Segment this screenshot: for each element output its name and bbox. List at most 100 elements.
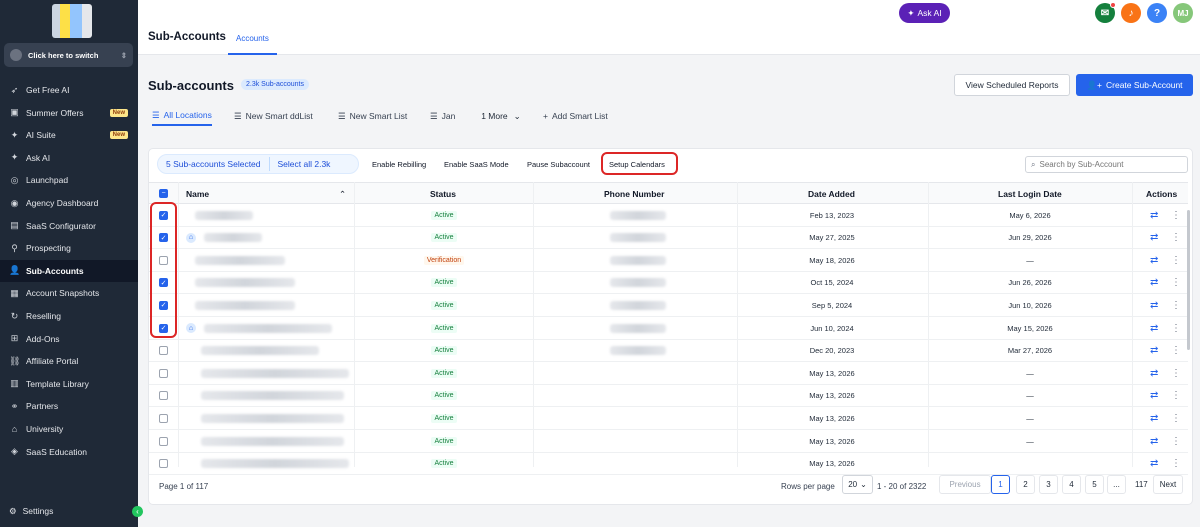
sidebar-item-saas-configurator[interactable]: ▤ SaaS Configurator bbox=[0, 215, 138, 237]
scrollbar[interactable] bbox=[1187, 210, 1190, 350]
pause-subaccount-button[interactable]: Pause Subaccount bbox=[527, 154, 590, 174]
user-icon: 👤 bbox=[9, 265, 21, 276]
selected-count[interactable]: 5 Sub-accounts Selected bbox=[158, 159, 269, 169]
avatar[interactable]: MJ bbox=[1173, 3, 1193, 23]
switch-account-icon[interactable]: ⇄ bbox=[1150, 227, 1158, 249]
more-lists-dropdown[interactable]: 1 More ⌄ bbox=[470, 106, 532, 126]
tab-smart-list-2[interactable]: ☰ New Smart List bbox=[338, 106, 407, 126]
sidebar-item-saas-education[interactable]: ◈ SaaS Education bbox=[0, 441, 138, 463]
count-badge: 2.3k Sub-accounts bbox=[241, 79, 309, 90]
table-row[interactable]: ✓ Active Oct 15, 2024 Jun 26, 2026 ⇄ ⋮ bbox=[149, 272, 1188, 295]
switch-account-icon[interactable]: ⇄ bbox=[1150, 453, 1158, 475]
next-button[interactable]: Next bbox=[1153, 475, 1183, 494]
table-header: − Name ⌃ Status Phone Number Date Added … bbox=[149, 182, 1188, 204]
tab-label: New Smart List bbox=[349, 111, 408, 121]
table-row[interactable]: ✓ ⌂ Active Jun 10, 2024 May 15, 2026 ⇄ ⋮ bbox=[149, 317, 1188, 340]
sidebar-item-add-ons[interactable]: ⊞ Add-Ons bbox=[0, 328, 138, 350]
switch-account-icon[interactable]: ⇄ bbox=[1150, 340, 1158, 362]
page-button[interactable]: 2 bbox=[1016, 475, 1035, 494]
rows-per-page-select[interactable]: 20 ⌄ bbox=[842, 475, 873, 494]
more-options-icon[interactable]: ⋮ bbox=[1171, 204, 1181, 226]
col-name[interactable]: Name bbox=[186, 189, 209, 199]
switch-account-icon[interactable]: ⇄ bbox=[1150, 385, 1158, 407]
bell-icon[interactable]: ♪ bbox=[1121, 3, 1141, 23]
switch-account-icon[interactable]: ⇄ bbox=[1150, 272, 1158, 294]
sidebar-item-reselling[interactable]: ↻ Reselling bbox=[0, 305, 138, 327]
switch-account-icon[interactable]: ⇄ bbox=[1150, 294, 1158, 316]
add-label: Add Smart List bbox=[551, 111, 608, 121]
sidebar-item-launchpad[interactable]: ◎ Launchpad bbox=[0, 169, 138, 191]
view-scheduled-reports-button[interactable]: View Scheduled Reports bbox=[954, 74, 1070, 96]
add-smart-list-button[interactable]: + Add Smart List bbox=[543, 106, 608, 126]
collapse-sidebar-icon[interactable]: ‹ bbox=[132, 506, 143, 517]
more-options-icon[interactable]: ⋮ bbox=[1171, 294, 1181, 316]
enable-rebilling-button[interactable]: Enable Rebilling bbox=[372, 154, 426, 174]
more-options-icon[interactable]: ⋮ bbox=[1171, 407, 1181, 429]
account-switcher[interactable]: Click here to switch ⇕ bbox=[4, 43, 133, 67]
tab-accounts[interactable]: Accounts bbox=[228, 26, 277, 55]
highlight-box bbox=[150, 202, 177, 338]
previous-button[interactable]: Previous bbox=[939, 475, 991, 494]
table-row[interactable]: Active May 13, 2026 — ⇄ ⋮ bbox=[149, 430, 1188, 453]
sidebar-item-prospecting[interactable]: ⚲ Prospecting bbox=[0, 237, 138, 259]
select-all-checkbox[interactable]: − bbox=[159, 189, 168, 198]
page-button[interactable]: 4 bbox=[1062, 475, 1081, 494]
sidebar-item-university[interactable]: ⌂ University bbox=[0, 418, 138, 440]
ask-ai-button[interactable]: ✦ Ask AI bbox=[899, 3, 950, 23]
table-row[interactable]: Active May 13, 2026 ⇄ ⋮ bbox=[149, 453, 1188, 476]
more-options-icon[interactable]: ⋮ bbox=[1171, 385, 1181, 407]
more-options-icon[interactable]: ⋮ bbox=[1171, 430, 1181, 452]
table-row[interactable]: Verification May 18, 2026 — ⇄ ⋮ bbox=[149, 249, 1188, 272]
more-options-icon[interactable]: ⋮ bbox=[1171, 249, 1181, 271]
search-user-icon: ⚲ bbox=[11, 242, 18, 253]
sidebar-item-ask-ai[interactable]: ✦ Ask AI bbox=[0, 147, 138, 169]
switch-account-icon[interactable]: ⇄ bbox=[1150, 430, 1158, 452]
table-row[interactable]: Active May 13, 2026 — ⇄ ⋮ bbox=[149, 362, 1188, 385]
table-row[interactable]: ✓ Active Feb 13, 2023 May 6, 2026 ⇄ ⋮ bbox=[149, 204, 1188, 227]
sidebar-item-settings[interactable]: ⚙ Settings bbox=[0, 500, 138, 522]
table-row[interactable]: Active May 13, 2026 — ⇄ ⋮ bbox=[149, 385, 1188, 408]
tab-smart-list-1[interactable]: ☰ New Smart ddList bbox=[234, 106, 313, 126]
sidebar-item-affiliate-portal[interactable]: ⛓ Affiliate Portal bbox=[0, 350, 138, 372]
table-row[interactable]: ✓ ⌂ Active May 27, 2025 Jun 29, 2026 ⇄ ⋮ bbox=[149, 227, 1188, 250]
more-options-icon[interactable]: ⋮ bbox=[1171, 362, 1181, 384]
switch-account-icon[interactable]: ⇄ bbox=[1150, 362, 1158, 384]
tab-all-locations[interactable]: ☰ All Locations bbox=[152, 106, 212, 126]
more-options-icon[interactable]: ⋮ bbox=[1171, 453, 1181, 475]
switch-account-icon[interactable]: ⇄ bbox=[1150, 407, 1158, 429]
switch-account-icon[interactable]: ⇄ bbox=[1150, 317, 1158, 339]
search-input[interactable] bbox=[1039, 160, 1180, 169]
tab-smart-list-3[interactable]: ☰ Jan bbox=[430, 106, 455, 126]
table-row[interactable]: ✓ Active Sep 5, 2024 Jun 10, 2026 ⇄ ⋮ bbox=[149, 294, 1188, 317]
sidebar-item-agency-dashboard[interactable]: ◉ Agency Dashboard bbox=[0, 192, 138, 214]
sidebar-item-sub-accounts[interactable]: 👤 Sub-Accounts bbox=[0, 259, 138, 282]
page-button[interactable]: 117 bbox=[1130, 475, 1153, 494]
select-all-button[interactable]: Select all 2.3k bbox=[270, 159, 339, 169]
search-box[interactable]: ⌕ bbox=[1025, 156, 1188, 173]
page-button[interactable]: ... bbox=[1107, 475, 1126, 494]
announcement-icon[interactable]: ✉ bbox=[1095, 2, 1116, 23]
sidebar-item-ai-suite[interactable]: ✦ AI Suite New bbox=[0, 124, 138, 146]
more-options-icon[interactable]: ⋮ bbox=[1171, 227, 1181, 249]
more-options-icon[interactable]: ⋮ bbox=[1171, 272, 1181, 294]
help-icon[interactable]: ? bbox=[1147, 3, 1167, 23]
switch-account-icon[interactable]: ⇄ bbox=[1150, 204, 1158, 226]
enable-saas-mode-button[interactable]: Enable SaaS Mode bbox=[444, 154, 509, 174]
sidebar-item-get-free-ai[interactable]: ➶ Get Free AI bbox=[0, 79, 138, 101]
page-button[interactable]: 3 bbox=[1039, 475, 1058, 494]
page-button[interactable]: 5 bbox=[1085, 475, 1104, 494]
create-sub-account-button[interactable]: 👤+ Create Sub-Account bbox=[1076, 74, 1193, 96]
date-added: Jun 10, 2024 bbox=[810, 323, 854, 333]
table-row[interactable]: Active Dec 20, 2023 Mar 27, 2026 ⇄ ⋮ bbox=[149, 340, 1188, 363]
sort-icon[interactable]: ⌃ bbox=[339, 189, 346, 200]
more-options-icon[interactable]: ⋮ bbox=[1171, 317, 1181, 339]
sidebar-item-template-library[interactable]: ▥ Template Library bbox=[0, 373, 138, 395]
switch-account-icon[interactable]: ⇄ bbox=[1150, 249, 1158, 271]
affiliate-icon: ⛓ bbox=[9, 355, 21, 366]
sidebar-item-partners[interactable]: ⚭ Partners bbox=[0, 395, 138, 417]
more-options-icon[interactable]: ⋮ bbox=[1171, 340, 1181, 362]
page-button[interactable]: 1 bbox=[991, 475, 1010, 494]
table-row[interactable]: Active May 13, 2026 — ⇄ ⋮ bbox=[149, 407, 1188, 430]
sidebar-item-summer-offers[interactable]: ▣ Summer Offers New bbox=[0, 102, 138, 124]
sidebar-item-account-snapshots[interactable]: ▦ Account Snapshots bbox=[0, 282, 138, 304]
